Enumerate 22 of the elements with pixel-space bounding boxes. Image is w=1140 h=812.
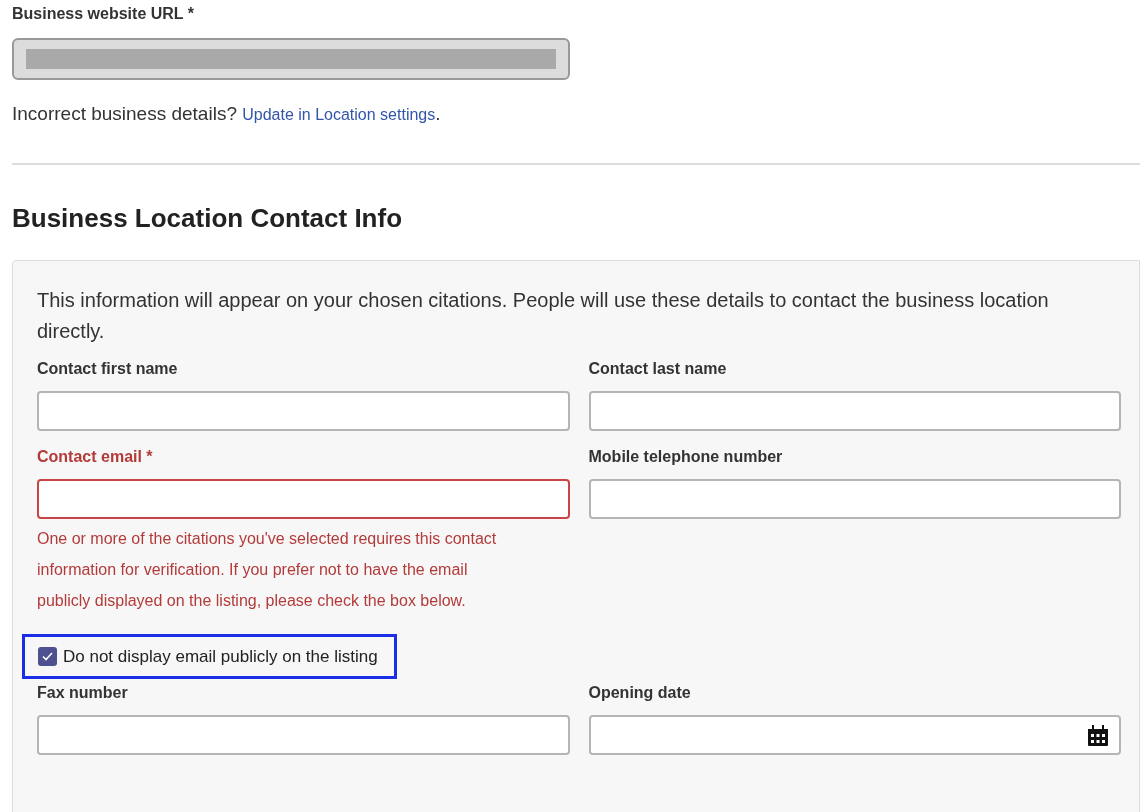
notice-text: Incorrect business details? Update in Location settings. xyxy=(12,102,442,126)
section-heading: Business Location Contact Info xyxy=(12,201,404,235)
settings-link[interactable]: Update in Location settings xyxy=(242,106,436,123)
field-label: Opening date xyxy=(588,683,692,703)
field-label: Contact last name xyxy=(588,358,728,379)
checkbox-option[interactable]: Do not display email publicly on the listing xyxy=(22,633,397,679)
input-field[interactable] xyxy=(37,715,570,755)
calendar-icon[interactable] xyxy=(1087,723,1109,747)
field-label: Contact email * xyxy=(37,446,154,467)
intro-text: This information will appear on your chosen citations. People will use these details to contact the business location directly. xyxy=(37,287,1050,344)
field-label: Fax number xyxy=(37,683,129,703)
checkbox[interactable] xyxy=(38,646,57,666)
input-field[interactable] xyxy=(37,478,570,519)
input-field[interactable] xyxy=(37,390,570,431)
error-message: One or more of the citations you've selected requires this contact information for verification. If you prefer not to have the email publicly displayed on the listing, please check the box below. xyxy=(37,528,498,611)
input-field[interactable] xyxy=(588,478,1121,519)
field-label: Contact first name xyxy=(37,358,179,379)
input-field[interactable] xyxy=(588,390,1121,431)
field-label: Mobile telephone number xyxy=(588,446,784,467)
check-icon xyxy=(42,651,53,661)
field-label: Business website URL * xyxy=(12,4,195,24)
date-field[interactable] xyxy=(588,715,1121,755)
